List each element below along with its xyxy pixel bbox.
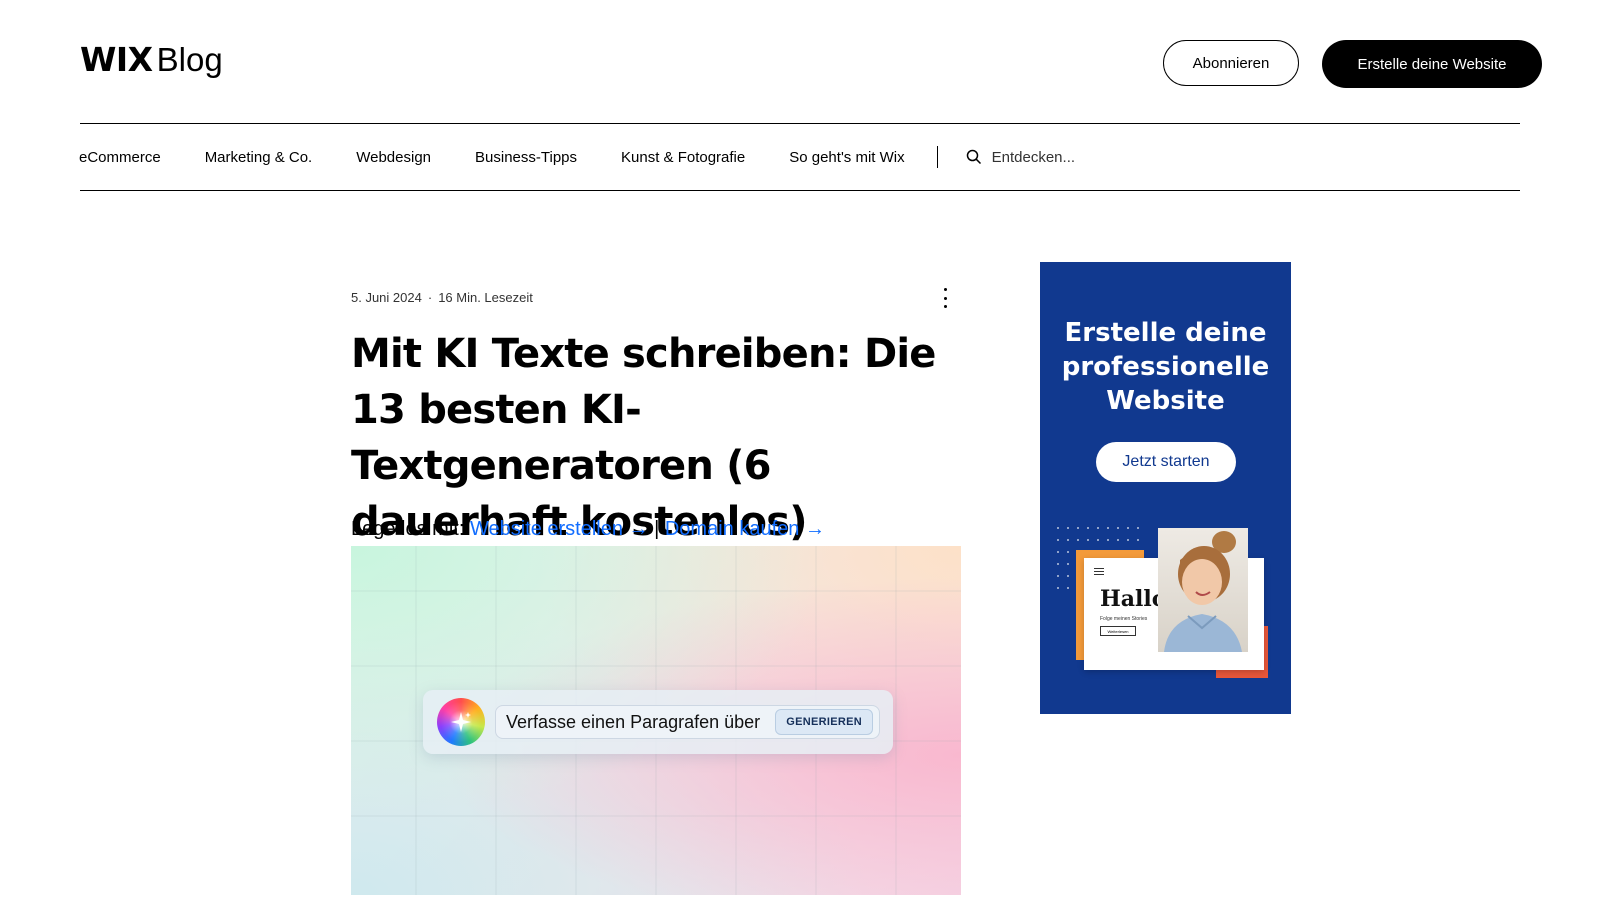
post-meta: 5. Juni 2024 · 16 Min. Lesezeit: [351, 290, 533, 305]
hero-image: Verfasse einen Paragrafen über GENERIERE…: [351, 546, 961, 895]
ad-portrait-photo: [1158, 528, 1248, 652]
nav-divider-bottom: [80, 190, 1520, 191]
wix-ad-banner[interactable]: Erstelle deine professionelle Website Je…: [1040, 262, 1291, 714]
meta-separator: ·: [427, 290, 433, 305]
logo-wix-text: WIX: [80, 40, 153, 79]
logo-blog-text: Blog: [156, 41, 223, 78]
nav-divider-top: [80, 123, 1520, 124]
generate-button: GENERIEREN: [775, 709, 873, 735]
nav-item-ecommerce[interactable]: eCommerce: [79, 149, 161, 166]
nav-item-webdesign[interactable]: Webdesign: [356, 149, 431, 166]
ai-prompt-field: Verfasse einen Paragrafen über GENERIERE…: [495, 705, 880, 739]
ai-prompt-bar: Verfasse einen Paragrafen über GENERIERE…: [423, 690, 893, 754]
post-date: 5. Juni 2024: [351, 290, 422, 305]
read-time: 16 Min. Lesezeit: [438, 290, 533, 305]
wix-blog-logo[interactable]: WIX Blog: [80, 40, 223, 79]
nav-separator: [936, 146, 938, 168]
buy-domain-link[interactable]: Domain kaufen →: [665, 518, 825, 540]
nav-item-business-tipps[interactable]: Business-Tipps: [475, 149, 577, 166]
post-title: Mit KI Texte schreiben: Die 13 besten KI…: [351, 331, 936, 545]
ad-start-button[interactable]: Jetzt starten: [1096, 442, 1236, 482]
create-website-link[interactable]: Website erstellen →: [470, 518, 649, 540]
ad-headline: Erstelle deine professionelle Website: [1061, 318, 1270, 416]
mockup-subtitle: Folge meinen Stories: [1100, 616, 1148, 622]
nav-item-kunst-fotografie[interactable]: Kunst & Fotografie: [621, 149, 745, 166]
create-website-button[interactable]: Erstelle deine Website: [1322, 40, 1542, 88]
more-options-icon[interactable]: [942, 288, 948, 308]
nav-item-marketing[interactable]: Marketing & Co.: [205, 149, 313, 166]
get-started-line: Lege los mit: Website erstellen → | Doma…: [351, 518, 825, 541]
ai-prompt-text: Verfasse einen Paragrafen über: [506, 711, 761, 732]
portrait-illustration: [1164, 531, 1242, 652]
mockup-button: Weiterlesen: [1100, 626, 1136, 636]
search-box[interactable]: Entdecken...: [966, 149, 1075, 166]
links-separator: |: [648, 518, 665, 540]
menu-icon: [1094, 568, 1104, 575]
search-icon: [966, 149, 981, 165]
ai-sparkle-icon: [437, 698, 485, 746]
category-nav: eCommerce Marketing & Co. Webdesign Busi…: [79, 140, 1075, 174]
subscribe-button[interactable]: Abonnieren: [1163, 40, 1299, 86]
get-started-prefix: Lege los mit:: [351, 518, 470, 540]
nav-item-so-gehts-mit-wix[interactable]: So geht's mit Wix: [789, 149, 904, 166]
search-input[interactable]: Entdecken...: [992, 149, 1075, 166]
